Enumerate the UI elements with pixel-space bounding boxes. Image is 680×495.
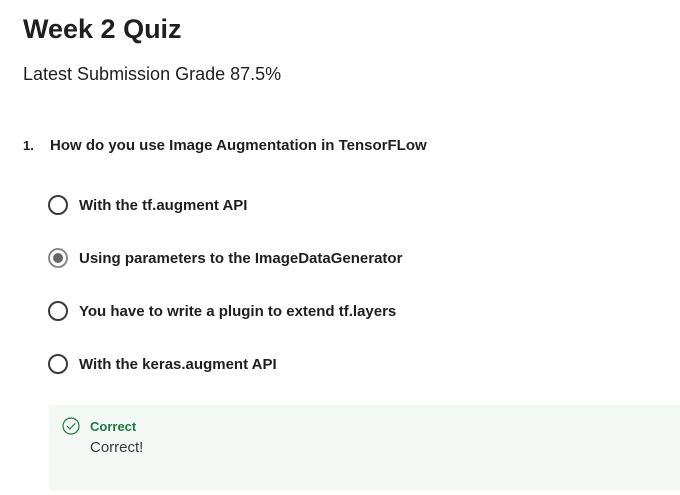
answer-option-label: You have to write a plugin to extend tf.… [79,302,397,320]
feedback-status: Correct [90,419,137,434]
grade-label: Latest Submission Grade [23,64,226,84]
radio-button[interactable] [48,354,68,374]
quiz-page: Week 2 Quiz Latest Submission Grade 87.5… [0,0,680,495]
feedback-panel: Correct Correct! [49,405,680,490]
answer-option-label: With the keras.augment API [79,355,277,373]
answer-option-selected[interactable]: Using parameters to the ImageDataGenerat… [48,247,402,269]
question-prompt: 1. How do you use Image Augmentation in T… [23,136,427,156]
answer-option-label: With the tf.augment API [79,196,248,214]
radio-selected-dot [53,253,63,263]
radio-button[interactable] [48,301,68,321]
check-circle-icon [62,417,80,435]
radio-button-selected[interactable] [48,248,68,268]
submission-grade: Latest Submission Grade 87.5% [23,61,281,87]
answer-option[interactable]: You have to write a plugin to extend tf.… [48,300,396,322]
radio-button[interactable] [48,195,68,215]
quiz-title: Week 2 Quiz [23,14,182,44]
question-number: 1. [23,138,34,153]
question-text: How do you use Image Augmentation in Ten… [50,137,427,154]
feedback-message: Correct! [90,439,144,456]
answer-option[interactable]: With the keras.augment API [48,353,277,375]
grade-value: 87.5% [230,64,282,84]
answer-option[interactable]: With the tf.augment API [48,194,247,216]
answer-option-label: Using parameters to the ImageDataGenerat… [79,249,403,267]
